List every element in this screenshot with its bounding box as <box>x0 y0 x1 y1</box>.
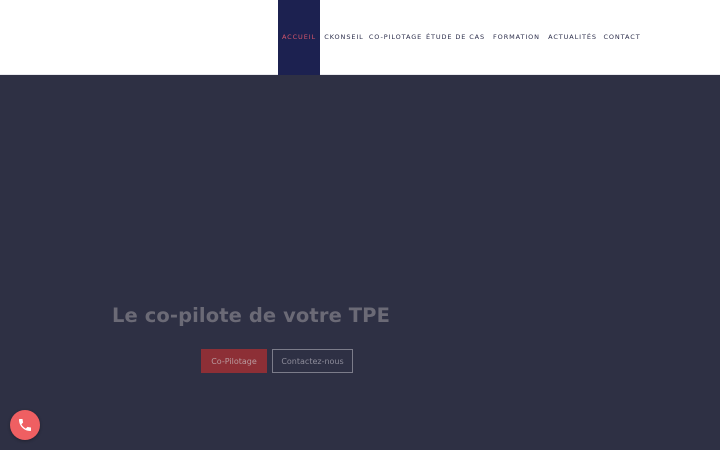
page: ACCUEIL CKONSEIL CO-PILOTAGE ÉTUDE DE CA… <box>0 0 720 450</box>
hero-section: Le co-pilote de votre TPE Co-Pilotage Co… <box>0 75 720 450</box>
nav-item-co-pilotage[interactable]: CO-PILOTAGE <box>368 0 423 75</box>
nav-item-contact[interactable]: CONTACT <box>600 0 644 75</box>
hero-title: Le co-pilote de votre TPE <box>112 304 390 327</box>
nav-item-ckonseil[interactable]: CKONSEIL <box>320 0 368 75</box>
co-pilotage-button[interactable]: Co-Pilotage <box>201 349 267 373</box>
nav-item-etude-de-cas[interactable]: ÉTUDE DE CAS <box>423 0 488 75</box>
nav-item-label: CO-PILOTAGE <box>368 33 423 41</box>
main-nav: ACCUEIL CKONSEIL CO-PILOTAGE ÉTUDE DE CA… <box>278 0 644 75</box>
nav-item-label: ACTUALITÉS <box>548 33 597 41</box>
call-button[interactable] <box>10 410 40 440</box>
nav-item-label: ÉTUDE DE CAS <box>425 33 486 41</box>
nav-item-accueil[interactable]: ACCUEIL <box>278 0 320 75</box>
nav-item-label: CKONSEIL <box>324 33 364 41</box>
site-header: ACCUEIL CKONSEIL CO-PILOTAGE ÉTUDE DE CA… <box>0 0 720 75</box>
nav-item-label: CONTACT <box>603 33 641 41</box>
nav-item-label: ACCUEIL <box>281 33 317 41</box>
nav-item-actualites[interactable]: ACTUALITÉS <box>545 0 600 75</box>
phone-icon <box>17 417 33 433</box>
contact-us-button[interactable]: Contactez-nous <box>272 349 353 373</box>
nav-item-formation[interactable]: FORMATION <box>488 0 545 75</box>
nav-item-label: FORMATION <box>493 33 540 41</box>
